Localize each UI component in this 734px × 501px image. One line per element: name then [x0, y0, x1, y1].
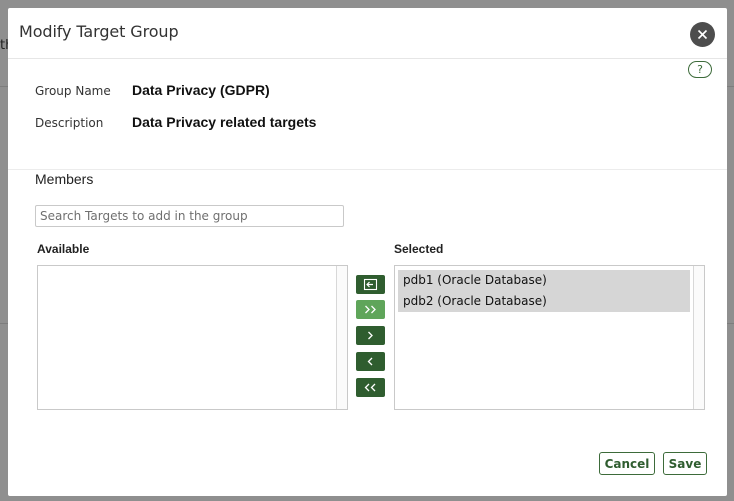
move-all-right-button[interactable]	[356, 300, 385, 319]
reset-button[interactable]	[356, 275, 385, 294]
move-right-button[interactable]	[356, 326, 385, 345]
modify-target-group-dialog: Modify Target Group ? Group Name Data Pr…	[8, 8, 727, 496]
group-name-label: Group Name	[35, 84, 111, 98]
double-chevron-left-icon	[364, 383, 376, 392]
available-list-scrollbar[interactable]	[336, 266, 347, 409]
members-title: Members	[35, 171, 94, 187]
close-icon	[697, 29, 708, 40]
chevron-left-icon	[367, 357, 373, 366]
close-button[interactable]	[690, 22, 715, 47]
undo-icon	[363, 278, 378, 291]
save-button[interactable]: Save	[663, 452, 707, 475]
chevron-right-icon	[368, 331, 373, 340]
section-divider	[8, 169, 727, 170]
description-value: Data Privacy related targets	[132, 114, 317, 130]
search-targets-input[interactable]	[35, 205, 344, 227]
help-button[interactable]: ?	[688, 61, 712, 78]
available-listbox[interactable]	[37, 265, 348, 410]
description-label: Description	[35, 116, 104, 130]
selected-list-label: Selected	[394, 242, 444, 256]
selected-list-item[interactable]: pdb2 (Oracle Database)	[398, 291, 690, 312]
selected-listbox[interactable]: pdb1 (Oracle Database) pdb2 (Oracle Data…	[394, 265, 705, 410]
selected-list-scrollbar[interactable]	[693, 266, 704, 409]
cancel-button[interactable]: Cancel	[599, 452, 655, 475]
group-name-value: Data Privacy (GDPR)	[132, 82, 270, 98]
selected-list-item[interactable]: pdb1 (Oracle Database)	[398, 270, 690, 291]
dialog-header: Modify Target Group	[8, 8, 727, 59]
move-left-button[interactable]	[356, 352, 385, 371]
dialog-title: Modify Target Group	[19, 22, 179, 41]
move-all-left-button[interactable]	[356, 378, 385, 397]
double-chevron-right-icon	[365, 305, 376, 314]
available-list-label: Available	[37, 242, 90, 256]
